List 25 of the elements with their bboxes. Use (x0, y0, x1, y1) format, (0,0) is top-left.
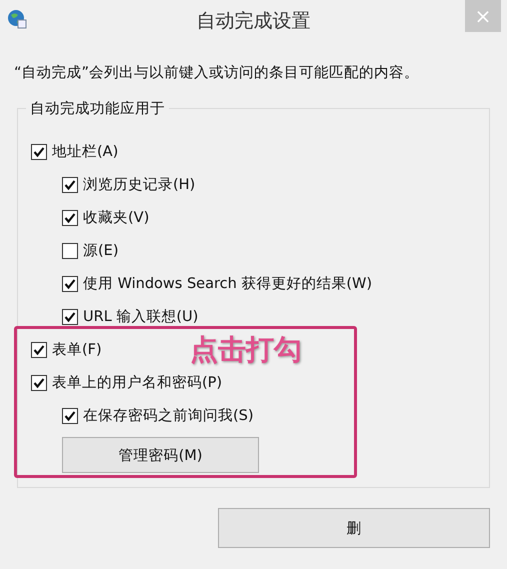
group-label: 自动完成功能应用于 (26, 99, 169, 118)
checkbox[interactable] (62, 308, 78, 324)
checkbox[interactable] (62, 176, 78, 192)
checkbox-label: URL 输入联想(U) (83, 308, 198, 326)
checkbox-label: 浏览历史记录(H) (83, 176, 196, 194)
checkbox-label: 表单上的用户名和密码(P) (52, 374, 222, 392)
description-text: “自动完成”会列出与以前键入或访问的条目可能匹配的内容。 (13, 64, 420, 82)
checkbox[interactable] (31, 144, 47, 160)
checkbox[interactable] (62, 210, 78, 226)
checkbox-label: 表单(F) (52, 341, 102, 359)
globe-icon (7, 9, 27, 29)
checkbox-label: 源(E) (83, 242, 118, 260)
manage-passwords-button[interactable]: 管理密码(M) (62, 437, 259, 473)
delete-button[interactable]: 删 (218, 508, 490, 548)
checkbox-label: 在保存密码之前询问我(S) (83, 406, 254, 425)
checkbox[interactable] (62, 408, 78, 424)
checkbox-label: 地址栏(A) (52, 143, 118, 161)
checkbox[interactable] (62, 276, 78, 292)
checkbox-label: 使用 Windows Search 获得更好的结果(W) (83, 275, 372, 293)
window-title: 自动完成设置 (196, 9, 310, 34)
annotation-text: 点击打勾 (190, 332, 302, 368)
checkbox[interactable] (31, 342, 47, 358)
checkbox[interactable] (31, 374, 47, 390)
checkbox[interactable] (62, 242, 78, 258)
checkbox-label: 收藏夹(V) (83, 209, 150, 227)
